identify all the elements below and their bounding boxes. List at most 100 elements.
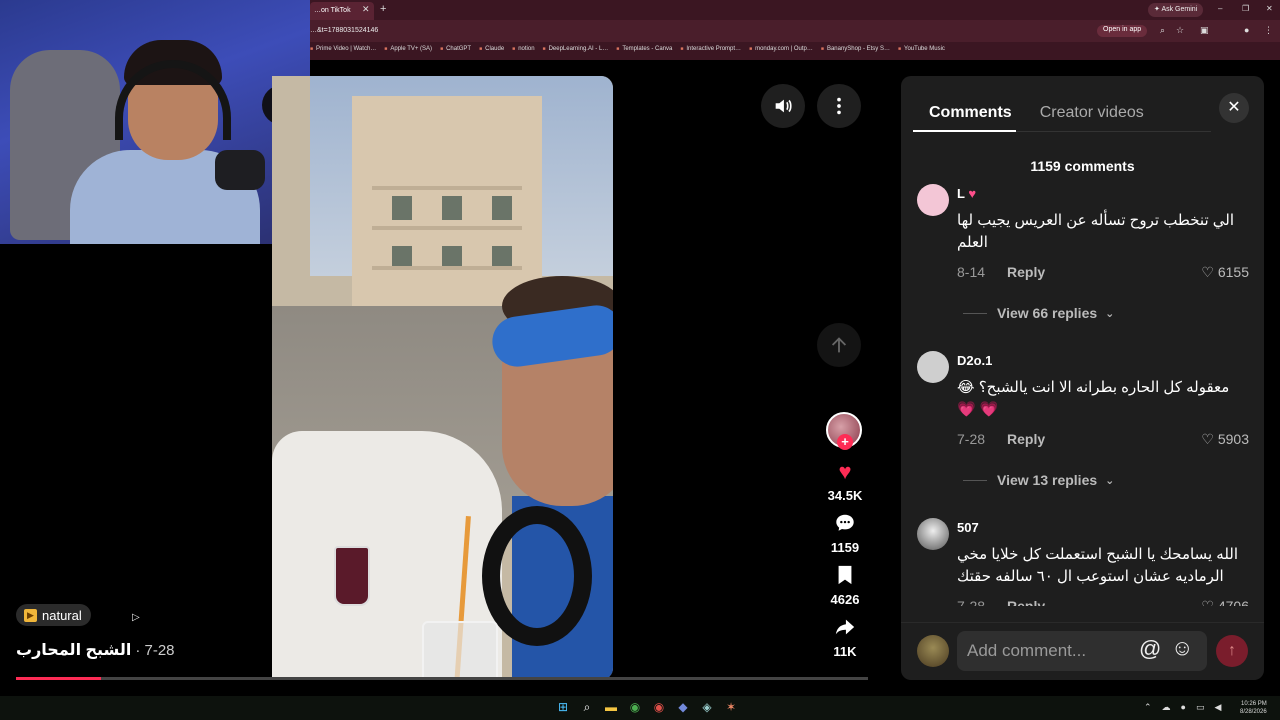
cloud-icon[interactable]: ☁ [1162, 702, 1171, 713]
chrome-icon[interactable]: ◉ [628, 700, 642, 714]
screen: …on TikTok ✕ + ✦ Ask Gemini – ❐ ✕ …&t=17… [0, 0, 1280, 720]
tab-title: …on TikTok [314, 7, 351, 14]
windows-start-icon[interactable]: ⊞ [556, 700, 570, 714]
bookmark-item[interactable]: ChatGPT [440, 46, 471, 52]
comment-text: الي تنخطب تروح تسأله عن العريس يجيب لها … [957, 212, 1235, 251]
video-progress-bar[interactable] [16, 677, 868, 680]
heart-outline-icon: ♡ [1201, 598, 1214, 606]
previous-video-button[interactable] [817, 323, 861, 367]
tray-chevron-icon[interactable]: ⌃ [1144, 702, 1152, 713]
comment-username[interactable]: 507 [957, 520, 979, 535]
bookmark-item[interactable]: notion [512, 46, 534, 52]
video-tag-label: natural [42, 607, 82, 623]
monitor-icon[interactable]: ▭ [1196, 702, 1205, 713]
comment-list[interactable]: L ♥ الي تنخطب تروح تسأله عن العريس يجيب … [901, 180, 1264, 606]
comment-like-button[interactable]: ♡ 6155 [1197, 264, 1249, 281]
zoom-icon[interactable]: ⌕ [1160, 25, 1165, 36]
like-action[interactable]: ♥ 34.5K [815, 460, 875, 504]
comment-date: 8-14 [957, 264, 986, 280]
mic-icon[interactable]: ● [1181, 702, 1186, 713]
arrow-up-icon: ↑ [1228, 642, 1236, 659]
tab-comments[interactable]: Comments [913, 98, 1016, 132]
bookmark-icon [815, 564, 875, 590]
sound-button[interactable] [761, 84, 805, 128]
bookmark-star-icon[interactable]: ☆ [1176, 25, 1184, 36]
speaker-icon [775, 99, 792, 113]
bookmark-item[interactable]: DeepLearning.AI - L… [543, 46, 609, 52]
share-action[interactable]: 11K [815, 616, 875, 659]
bookmark-item[interactable]: Templates - Canva [616, 46, 672, 52]
volume-icon[interactable]: ◀ [1215, 702, 1222, 713]
view-replies-label: View 66 replies [997, 305, 1098, 321]
bookmark-item[interactable]: Interactive Prompt… [680, 46, 741, 52]
comment-username[interactable]: L ♥ [957, 186, 976, 201]
ask-gemini-button[interactable]: ✦ Ask Gemini [1148, 3, 1204, 17]
reply-button[interactable]: Reply [1007, 264, 1045, 280]
extensions-icon[interactable]: ▣ [1200, 25, 1209, 36]
reply-button[interactable]: Reply [1007, 598, 1045, 606]
video-player[interactable] [272, 76, 613, 680]
view-replies-button[interactable]: View 66 replies ⌄ [963, 305, 1114, 321]
comment-like-button[interactable]: ♡ 5903 [1197, 431, 1249, 448]
bookmark-item[interactable]: YouTube Music [898, 46, 945, 52]
url-text[interactable]: …&t=1788031524146 [310, 27, 378, 34]
tab-creator-videos[interactable]: Creator videos [1040, 98, 1148, 132]
save-count: 4626 [830, 592, 860, 607]
comment-avatar[interactable] [917, 184, 949, 216]
new-tab-icon[interactable]: + [380, 3, 386, 15]
video-author[interactable]: الشبح المحارب [16, 640, 131, 660]
heart-outline-icon: ♡ [1201, 264, 1214, 280]
video-tag-chip[interactable]: ▶ natural [16, 604, 91, 626]
window-close-icon[interactable]: ✕ [1266, 4, 1273, 13]
restore-icon[interactable]: ❐ [1242, 4, 1249, 13]
comment-meta: 7-28 Reply [957, 431, 1045, 447]
comment-avatar[interactable] [917, 351, 949, 383]
bookmark-item[interactable]: BananyShop - Etsy S… [821, 46, 890, 52]
comment-username[interactable]: D2o.1 [957, 353, 992, 368]
comment-meta: 8-14 Reply [957, 264, 1045, 280]
save-action[interactable]: 4626 [815, 564, 875, 607]
reply-button[interactable]: Reply [1007, 431, 1045, 447]
menu-icon[interactable]: ⋮ [1264, 25, 1273, 36]
search-icon[interactable]: ⌕ [580, 700, 594, 714]
video-progress-fill [16, 677, 102, 680]
add-comment-input[interactable] [957, 631, 1207, 671]
send-comment-button[interactable]: ↑ [1216, 635, 1248, 667]
mention-at-icon[interactable]: @ [1139, 636, 1161, 662]
comment-avatar[interactable] [917, 518, 949, 550]
file-explorer-icon[interactable]: ▬ [604, 700, 618, 714]
close-icon[interactable]: ✕ [362, 4, 370, 15]
webcam-overlay [0, 0, 310, 244]
minimize-icon[interactable]: – [1218, 4, 1222, 13]
share-arrow-icon [815, 616, 875, 642]
window [392, 246, 412, 270]
close-panel-button[interactable]: ✕ [1219, 93, 1249, 123]
steam-icon[interactable]: ◈ [700, 700, 714, 714]
bookmark-item[interactable]: Claude [479, 46, 504, 52]
plastic-cup [422, 621, 498, 680]
app-icon[interactable]: ✶ [724, 700, 738, 714]
view-replies-button[interactable]: View 13 replies ⌄ [963, 472, 1114, 488]
open-in-app-button[interactable]: Open in app [1097, 25, 1148, 37]
comment-action[interactable]: 1159 [815, 512, 875, 555]
discord-icon[interactable]: ◆ [676, 700, 690, 714]
heart-outline-icon: ♡ [1201, 431, 1214, 447]
like-count: 34.5K [827, 488, 863, 503]
bookmark-item[interactable]: monday.com | Outp… [749, 46, 813, 52]
close-icon: ✕ [1227, 99, 1241, 116]
profile-icon[interactable]: ● [1244, 25, 1249, 35]
comment-like-button[interactable]: ♡ 4706 [1197, 598, 1249, 606]
comment-text: الله يسامحك يا الشبح استعملت كل خلايا مخ… [957, 546, 1239, 585]
comment-count: 1159 [830, 540, 860, 555]
more-options-button[interactable] [817, 84, 861, 128]
bookmark-item[interactable]: Apple TV+ (SA) [384, 46, 432, 52]
bookmark-item[interactable]: Prime Video | Watch… [310, 46, 376, 52]
emoji-icon[interactable]: ☺ [1171, 635, 1193, 661]
window [492, 196, 512, 220]
system-clock[interactable]: 10:26 PM 8/28/2026 [1240, 700, 1267, 716]
username-text: L [957, 186, 965, 201]
chrome-profile-icon[interactable]: ◉ [652, 700, 666, 714]
comment-like-count: 6155 [1217, 264, 1249, 280]
comment-text: معقوله كل الحاره بطرانه الا انت يالشبح؟ … [957, 379, 1230, 418]
follow-plus-button[interactable]: + [837, 434, 853, 450]
